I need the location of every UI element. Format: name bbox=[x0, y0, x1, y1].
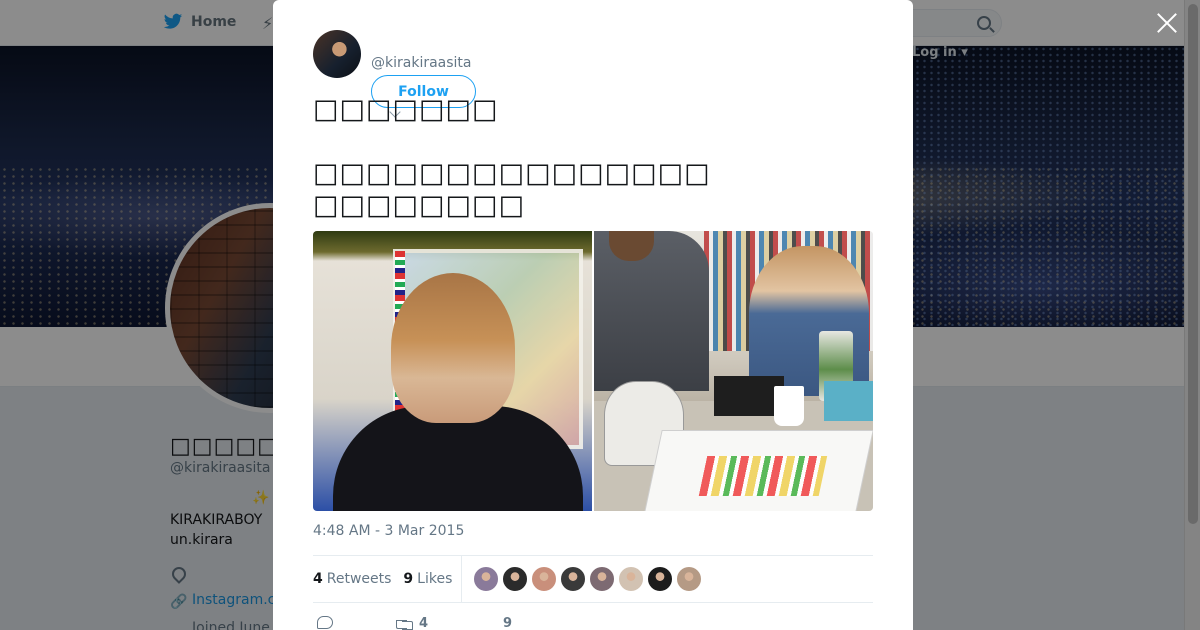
retweet-count: 4 bbox=[419, 616, 429, 630]
like-count: 9 bbox=[503, 616, 513, 630]
tweet-author-handle[interactable]: @kirakiraasita bbox=[371, 55, 472, 71]
tweet-timestamp[interactable]: 4:48 AM - 3 Mar 2015 bbox=[313, 523, 464, 539]
tweet-stats: 4 Retweets 9 Likes bbox=[313, 556, 464, 602]
liker-avatar[interactable] bbox=[676, 566, 702, 592]
liker-avatar[interactable] bbox=[618, 566, 644, 592]
liker-avatars bbox=[473, 566, 702, 592]
like-stat[interactable]: 9 Likes bbox=[403, 571, 452, 587]
liker-avatar[interactable] bbox=[473, 566, 499, 592]
retweet-icon bbox=[395, 618, 413, 630]
reply-icon bbox=[317, 616, 333, 629]
retweet-stat[interactable]: 4 Retweets bbox=[313, 571, 391, 587]
divider bbox=[461, 556, 462, 602]
liker-avatar[interactable] bbox=[531, 566, 557, 592]
liker-avatar[interactable] bbox=[560, 566, 586, 592]
tweet-photo[interactable] bbox=[313, 231, 592, 511]
tweet-media bbox=[313, 231, 873, 511]
liker-avatar[interactable] bbox=[589, 566, 615, 592]
liker-avatar[interactable] bbox=[502, 566, 528, 592]
liker-avatar[interactable] bbox=[647, 566, 673, 592]
reply-button[interactable] bbox=[317, 616, 333, 629]
retweet-button[interactable]: 4 bbox=[395, 616, 428, 630]
tweet-text: □□□□□□□ □□□□□□□□□□□□□□□ □□□□□□□□ bbox=[313, 94, 711, 221]
tweet-author-avatar[interactable] bbox=[313, 30, 361, 78]
tweet-permalink-modal: @kirakiraasita Follow □□□□□□□ □□□□□□□□□□… bbox=[273, 0, 913, 630]
tweet-photo[interactable] bbox=[594, 231, 873, 511]
close-icon[interactable] bbox=[1156, 12, 1178, 34]
heart-icon bbox=[481, 616, 497, 630]
divider bbox=[313, 602, 873, 603]
like-button[interactable]: 9 bbox=[481, 616, 512, 630]
